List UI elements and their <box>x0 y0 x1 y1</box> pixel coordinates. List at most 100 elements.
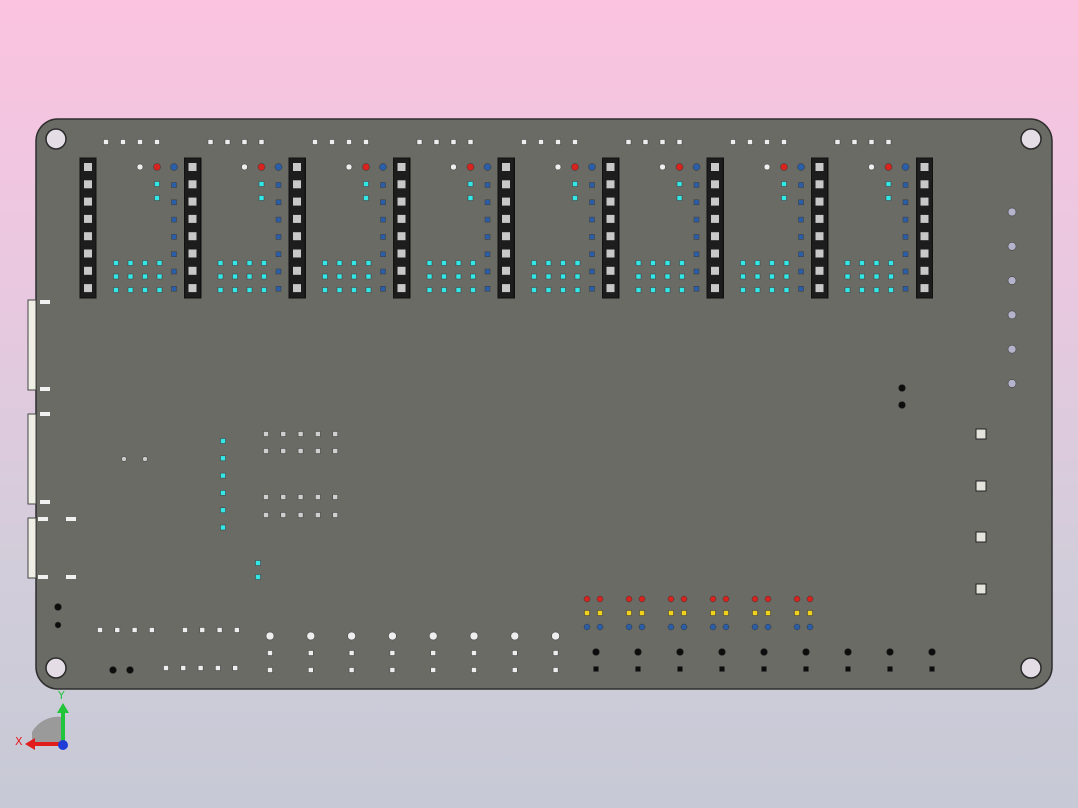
via-pad <box>677 666 683 672</box>
large-pad <box>347 631 356 641</box>
pin <box>397 266 406 275</box>
pin <box>502 197 510 206</box>
pin <box>815 197 824 206</box>
header-pad <box>234 627 240 633</box>
segment-pad <box>441 273 447 280</box>
segment-pad <box>902 251 909 257</box>
mounting-hole <box>45 128 67 150</box>
pin <box>293 249 301 258</box>
segment-pad <box>220 472 226 479</box>
pin <box>606 266 615 275</box>
pin <box>188 214 197 223</box>
segment-pad <box>754 273 761 280</box>
via-pad <box>886 648 894 656</box>
segment-pad <box>220 455 226 462</box>
segment-pad <box>859 260 865 266</box>
ic-pad <box>280 494 287 500</box>
header-pad <box>120 139 126 145</box>
segment-pad <box>275 216 282 223</box>
led-pad <box>257 163 266 171</box>
segment-pad <box>275 182 282 188</box>
segment-pad <box>455 260 462 266</box>
via-pad <box>121 456 127 462</box>
led-pad <box>571 163 579 171</box>
segment-pad <box>740 287 746 293</box>
segment-pad <box>261 287 267 293</box>
segment-pad <box>676 181 683 187</box>
indicator-led <box>1007 276 1017 285</box>
segment-pad <box>589 182 595 188</box>
pin-header-strip <box>497 157 515 299</box>
segment-pad <box>232 260 238 266</box>
segment-pad <box>127 273 134 280</box>
segment-pad <box>255 560 261 566</box>
segment-pad <box>560 273 566 280</box>
coordinate-triad[interactable]: X Y <box>15 689 69 750</box>
pin <box>920 249 929 258</box>
red-pad <box>667 595 675 603</box>
header-pad <box>851 139 858 145</box>
segment-pad <box>650 287 656 293</box>
edge-tab <box>38 575 48 579</box>
segment-pad <box>232 273 238 280</box>
ic-pad <box>332 431 338 437</box>
segment-pad <box>664 287 671 293</box>
via-pad <box>592 648 600 656</box>
segment-pad <box>574 260 581 266</box>
ic-pad <box>280 512 287 518</box>
segment-pad <box>380 234 386 240</box>
segment-pad <box>589 251 595 257</box>
pcb-board-view[interactable]: X Y <box>0 0 1078 808</box>
x-axis-arrowhead <box>25 738 35 750</box>
header-pad <box>555 139 561 145</box>
segment-pad <box>650 260 656 266</box>
blue-pad <box>583 623 591 631</box>
edge-tab <box>38 517 48 521</box>
pin <box>84 180 92 189</box>
led-pad <box>466 163 475 171</box>
led-pad <box>345 163 353 171</box>
segment-pad <box>380 199 386 206</box>
segment-pad <box>365 287 372 293</box>
segment-pad <box>246 273 253 280</box>
segment-pad <box>365 273 372 280</box>
pin <box>502 163 510 171</box>
pin <box>606 249 615 258</box>
header-pad <box>348 667 355 673</box>
segment-pad <box>888 260 894 266</box>
header-pad <box>676 139 683 145</box>
via-pad <box>803 666 809 672</box>
segment-pad <box>220 507 226 513</box>
header-pad <box>433 139 440 145</box>
led-pad <box>241 163 248 171</box>
pin <box>815 232 824 241</box>
pin <box>606 214 615 223</box>
pin <box>502 249 510 258</box>
header-pad <box>764 139 770 145</box>
header-pad <box>430 667 436 673</box>
pin <box>920 284 929 293</box>
segment-pad <box>754 287 761 293</box>
pin <box>188 284 197 293</box>
red-pad <box>751 595 759 603</box>
segment-pad <box>589 286 595 292</box>
cad-3d-viewport[interactable]: X Y <box>0 0 1078 808</box>
via-pad <box>109 666 117 674</box>
pin <box>397 214 406 223</box>
pin <box>606 232 615 241</box>
header-pad <box>97 627 103 633</box>
pin <box>84 214 92 223</box>
via-pad <box>802 648 810 656</box>
segment-pad <box>220 524 226 531</box>
segment-pad <box>470 287 476 293</box>
header-pad <box>363 139 369 145</box>
via-pad <box>887 666 893 672</box>
pin <box>397 163 406 171</box>
segment-pad <box>844 260 851 266</box>
segment-pad <box>560 260 566 266</box>
pin <box>188 266 197 275</box>
segment-pad <box>560 287 566 293</box>
segment-pad <box>484 199 491 206</box>
segment-pad <box>693 268 700 275</box>
edge-tab <box>40 500 50 504</box>
